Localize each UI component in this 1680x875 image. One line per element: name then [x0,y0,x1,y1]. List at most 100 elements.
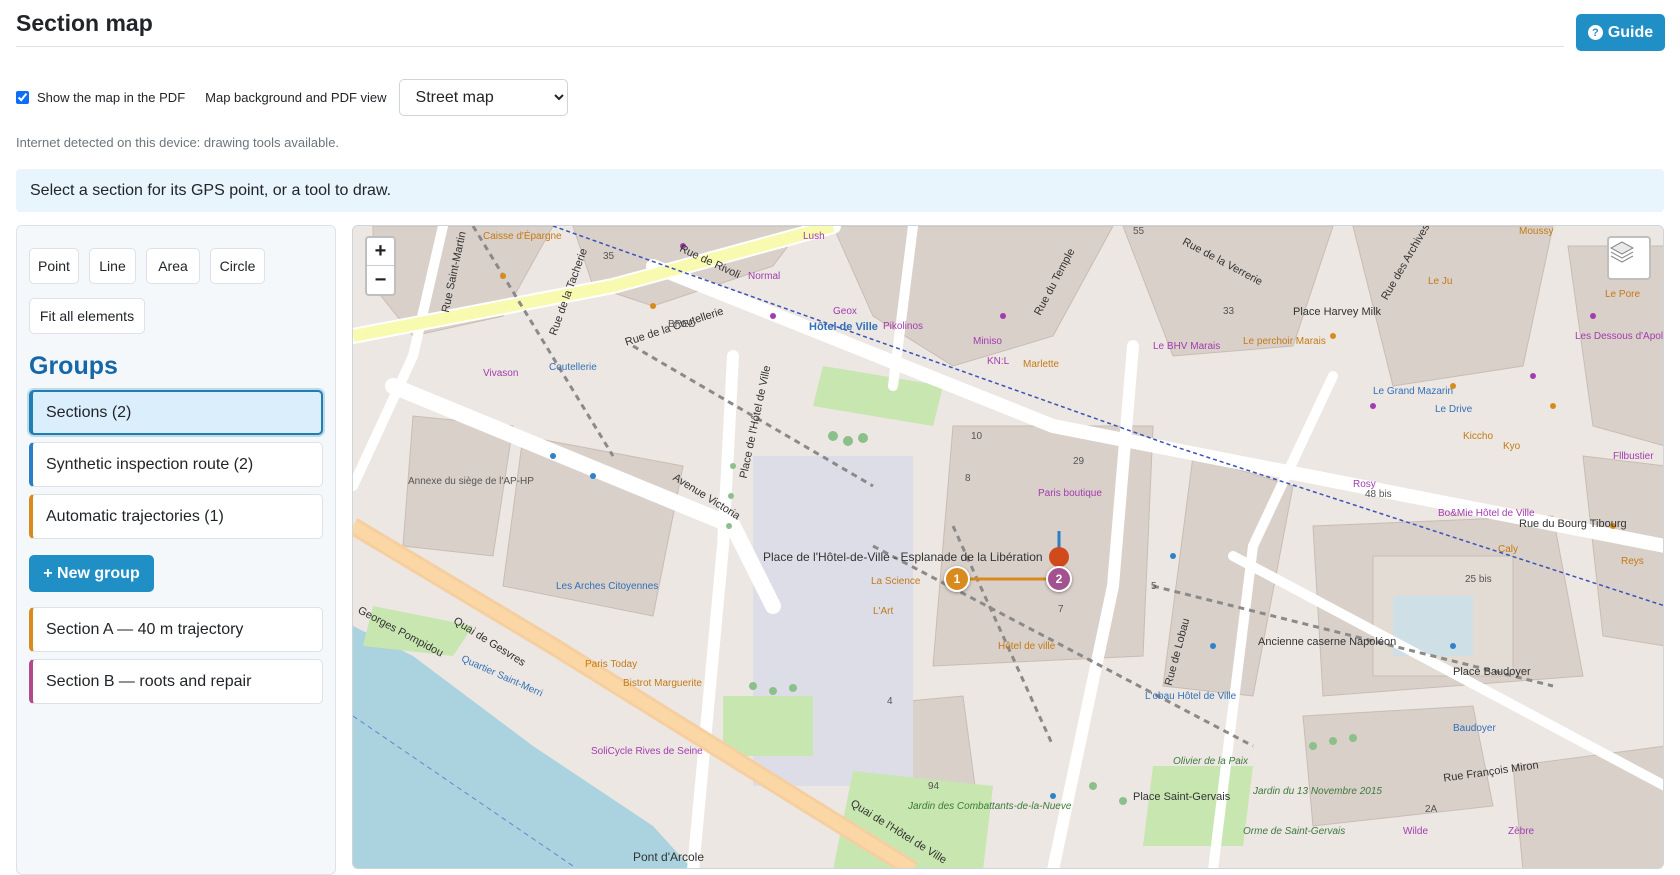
poi-label: L'obau Hôtel de Ville [1145,691,1237,702]
poi-label: Les Arches Citoyennes [556,581,659,592]
zoom-control: + − [365,236,396,296]
poi-label: Caisse d'Épargne [483,231,562,242]
tool-circle-button[interactable]: Circle [210,248,265,284]
new-group-button[interactable]: + New group [29,555,154,592]
guide-button[interactable]: ? Guide [1576,14,1665,51]
house-number: 48 bis [1365,489,1392,500]
poi-label: Wilde [1403,826,1429,837]
info-text: Select a section for its GPS point, or a… [30,181,392,199]
house-number: 2A [1425,804,1438,815]
poi-label: Paris boutique [1038,488,1102,499]
house-number: 5 [1151,581,1157,592]
poi-label: Paris Today [585,659,638,670]
group-synthetic-inspection-route[interactable]: Synthetic inspection route (2) [29,442,323,487]
place-label: Place de l'Hôtel-de-Ville - Esplanade de… [763,550,1043,564]
poi-label: Le BHV Marais [1153,341,1221,352]
poi-label: Miniso [973,336,1002,347]
zoom-out-button[interactable]: − [367,266,394,294]
place-label: Place Harvey Milk [1293,306,1382,318]
layers-toggle-button[interactable] [1607,236,1651,280]
map-background-select[interactable]: Street map [398,78,568,116]
map-background-label: Map background and PDF view [205,89,387,105]
section-label: Section A — 40 m trajectory [46,620,244,638]
poi-label: Olivier de la Paix [1173,756,1249,767]
poi-label: Lush [803,231,825,242]
poi-label: Coutellerie [549,362,597,373]
groups-heading: Groups [29,352,118,380]
poi-label: Pikolinos [883,321,924,332]
page-title: Section map [16,10,153,36]
group-label: Automatic trajectories (1) [46,507,224,525]
house-number: 35 [603,251,615,262]
map-options-row: Show the map in the PDF Map background a… [16,78,568,116]
group-automatic-trajectories[interactable]: Automatic trajectories (1) [29,494,323,539]
zoom-in-button[interactable]: + [367,238,394,266]
fit-all-elements-button[interactable]: Fit all elements [29,298,145,334]
guide-label: Guide [1607,23,1654,41]
poi-label: Jardin du 13 Novembre 2015 [1253,786,1382,797]
house-number: 10 [971,431,983,442]
title-divider [16,46,1564,47]
poi-label: Fllbustier [1613,451,1654,462]
house-number: 7 [1058,604,1064,615]
poi-label: SoliCycle Rives de Seine [591,746,703,757]
poi-label: Geox [833,306,857,317]
poi-label: Moussy [1519,226,1554,237]
place-label: Place Baudoyer [1453,666,1531,678]
place-label: Place Saint-Gervais [1133,791,1231,803]
place-label: Hôtel de Ville [809,321,878,333]
place-label: Ancienne caserne Napoléon [1258,636,1397,648]
show-map-label: Show the map in the PDF [37,89,186,105]
poi-label: Zèbre [1508,826,1535,837]
poi-label: Le Ju [1428,276,1453,287]
poi-label: Kyo [1503,441,1521,452]
poi-label: Marlette [1023,359,1060,370]
internet-status-note: Internet detected on this device: drawin… [16,135,340,150]
drawing-side-panel: Point Line Area Circle Fit all elements … [16,225,336,875]
poi-label: BRED [668,319,696,330]
poi-label: Jardin des Combattants-de-la-Nueve [908,801,1072,812]
group-label: Synthetic inspection route (2) [46,455,254,473]
house-number: 94 [928,781,940,792]
poi-label: Le perchoir Marais [1243,336,1326,347]
place-label: Annexe du siège de l'AP-HP [408,476,534,487]
house-number: 55 [1133,226,1145,237]
map-canvas[interactable]: Rue de Rivoli Rue de la Coutellerie Rue … [352,225,1664,869]
group-label: Sections (2) [46,403,132,421]
poi-label: La Science [871,576,921,587]
house-number: 29 [1073,456,1085,467]
poi-label: Les Dessous d'Apollon [1575,331,1664,342]
poi-label: Vivason [483,368,519,379]
poi-label: Hôtel de ville [998,641,1056,652]
place-label: Pont d'Arcole [633,850,704,864]
poi-label: Le Drive [1435,404,1473,415]
house-number: 33 [1223,306,1235,317]
tool-point-button[interactable]: Point [29,248,79,284]
info-banner: Select a section for its GPS point, or a… [16,169,1664,212]
section-item-b[interactable]: Section B — roots and repair [29,659,323,704]
show-map-checkbox[interactable] [16,90,29,104]
route-marker-2[interactable]: 2 [1046,566,1072,592]
poi-label: Bo&Mie Hôtel de Ville [1438,508,1535,519]
house-number: 25 bis [1465,574,1492,585]
poi-label: Orme de Saint-Gervais [1243,826,1346,837]
group-sections[interactable]: Sections (2) [29,390,323,435]
section-item-a[interactable]: Section A — 40 m trajectory [29,607,323,652]
tool-line-button[interactable]: Line [89,248,136,284]
house-number: 8 [965,473,971,484]
poi-label: Caly [1498,544,1519,555]
place-label: Rue du Bourg Tibourg [1519,518,1627,530]
question-circle-icon: ? [1587,25,1603,40]
poi-label: Le Grand Mazarin [1373,386,1454,397]
tool-area-button[interactable]: Area [146,248,200,284]
poi-label: Bistrot Marguerite [623,678,702,689]
poi-label: Baudoyer [1453,723,1496,734]
section-label: Section B — roots and repair [46,672,252,690]
poi-label: L'Art [873,606,894,617]
poi-label: KN:L [987,356,1010,367]
poi-label: Le Pore [1605,289,1641,300]
route-marker-1[interactable]: 1 [944,566,970,592]
poi-label: Normal [748,271,781,282]
poi-label: Kiccho [1463,431,1494,442]
layers-icon [1609,241,1635,263]
